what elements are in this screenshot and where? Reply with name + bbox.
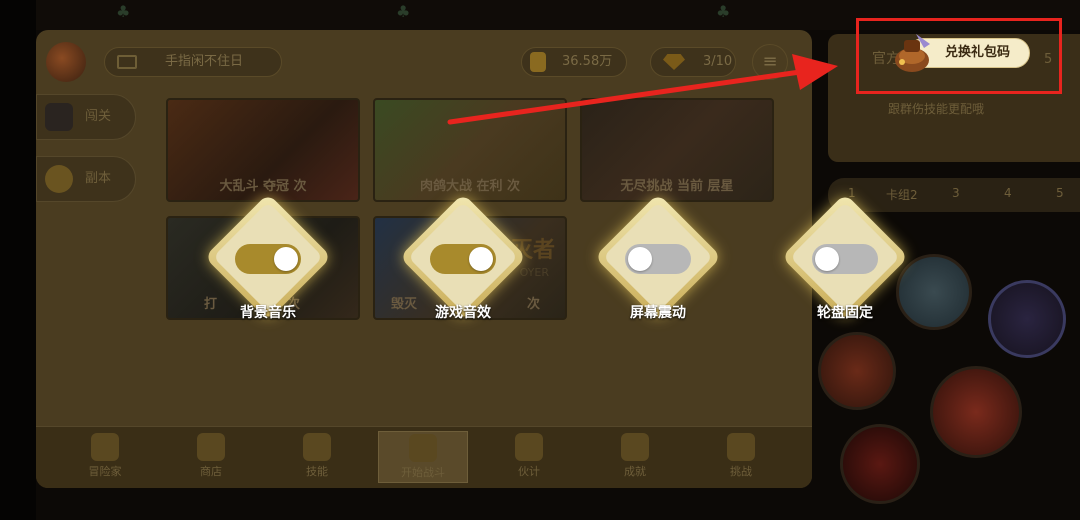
scroll-icon bbox=[727, 433, 755, 461]
coin-value: 36.58万 bbox=[562, 54, 613, 69]
hamburger-icon[interactable]: ≡ bbox=[752, 44, 788, 80]
tv-icon bbox=[117, 55, 137, 69]
sidebar-item-label: 副本 bbox=[85, 171, 112, 186]
decor-icon: ♣ bbox=[116, 2, 131, 21]
toggle-knob bbox=[469, 247, 493, 271]
mode-card-art-text: OYER bbox=[519, 266, 549, 279]
setting-wheel-lock: 轮盘固定 bbox=[781, 193, 909, 342]
right-panel-hint: 跟群伤技能更配哦 bbox=[888, 102, 985, 116]
sidebar-item-dungeon[interactable]: 副本 bbox=[36, 156, 136, 202]
nav-shop[interactable]: 商店 bbox=[166, 427, 256, 489]
skill-button[interactable] bbox=[988, 280, 1066, 358]
nav-companion[interactable]: 伙计 bbox=[484, 427, 574, 489]
skill-button[interactable] bbox=[930, 366, 1022, 458]
setting-bgm: 背景音乐 bbox=[204, 193, 332, 342]
panel-header: 手指闲不住日 36.58万 3/10 ≡ bbox=[36, 30, 812, 92]
nav-adventurer[interactable]: 冒险家 bbox=[60, 427, 150, 489]
mode-card-label: 大乱斗 夺冠 次 bbox=[219, 179, 307, 194]
sidebar-item-stage[interactable]: 闯关 bbox=[36, 94, 136, 140]
mode-card-label: 肉鸽大战 在利 次 bbox=[419, 179, 521, 194]
coin-counter: 36.58万 bbox=[521, 47, 627, 77]
shield-icon bbox=[45, 165, 73, 193]
gem-icon bbox=[663, 54, 685, 70]
nav-skills[interactable]: 技能 bbox=[272, 427, 362, 489]
nav-start-battle[interactable]: 开始战斗 bbox=[378, 431, 468, 483]
tab-deck-5[interactable]: 5 bbox=[1056, 186, 1064, 200]
setting-sfx: 游戏音效 bbox=[399, 193, 527, 342]
deck-tabs: 1 卡组2 3 4 5 bbox=[828, 178, 1080, 212]
decor-icon: ♣ bbox=[396, 2, 411, 21]
toggle-knob bbox=[628, 247, 652, 271]
nav-challenge[interactable]: 挑战 bbox=[696, 427, 786, 489]
mode-card-brawl[interactable]: 大乱斗 夺冠 次 bbox=[166, 98, 360, 202]
sidebar-item-label: 闯关 bbox=[85, 109, 112, 124]
sfx-toggle[interactable] bbox=[430, 244, 496, 274]
gem-value: 3/10 bbox=[703, 54, 733, 69]
mode-card-roguelike[interactable]: 肉鸽大战 在利 次 bbox=[373, 98, 567, 202]
crossed-swords-icon bbox=[45, 103, 73, 131]
shake-toggle[interactable] bbox=[625, 244, 691, 274]
wheel-lock-toggle[interactable] bbox=[812, 244, 878, 274]
skill-button[interactable] bbox=[840, 424, 920, 504]
highlight-box bbox=[856, 18, 1062, 94]
avatar[interactable] bbox=[46, 42, 86, 82]
setting-label: 背景音乐 bbox=[240, 305, 296, 321]
nav-achievements[interactable]: 成就 bbox=[590, 427, 680, 489]
tab-deck-2[interactable]: 卡组2 bbox=[886, 186, 918, 203]
companion-icon bbox=[515, 433, 543, 461]
left-edge bbox=[0, 0, 36, 520]
decor-icon: ♣ bbox=[716, 2, 731, 21]
tab-deck-3[interactable]: 3 bbox=[952, 186, 960, 200]
bottom-nav: 冒险家 商店 技能 开始战斗 伙计 成就 挑战 bbox=[36, 426, 812, 488]
status-text: 手指闲不住日 bbox=[165, 54, 244, 69]
skill-button[interactable] bbox=[896, 254, 972, 330]
setting-label: 游戏音效 bbox=[435, 305, 491, 321]
tab-deck-4[interactable]: 4 bbox=[1004, 186, 1012, 200]
toggle-knob bbox=[274, 247, 298, 271]
coin-icon bbox=[530, 52, 546, 72]
mode-card-endless[interactable]: 无尽挑战 当前 层星 bbox=[580, 98, 774, 202]
shop-icon bbox=[197, 433, 225, 461]
trophy-icon bbox=[621, 433, 649, 461]
skill-button[interactable] bbox=[818, 332, 896, 410]
gem-counter: 3/10 bbox=[650, 47, 736, 77]
adventurer-icon bbox=[91, 433, 119, 461]
skills-icon bbox=[303, 433, 331, 461]
setting-shake: 屏幕震动 bbox=[594, 193, 722, 342]
battle-icon bbox=[409, 434, 437, 462]
setting-label: 屏幕震动 bbox=[630, 305, 686, 321]
toggle-knob bbox=[815, 247, 839, 271]
mode-card-label: 无尽挑战 当前 层星 bbox=[620, 179, 734, 194]
status-pill[interactable]: 手指闲不住日 bbox=[104, 47, 282, 77]
bgm-toggle[interactable] bbox=[235, 244, 301, 274]
setting-label: 轮盘固定 bbox=[817, 305, 873, 321]
